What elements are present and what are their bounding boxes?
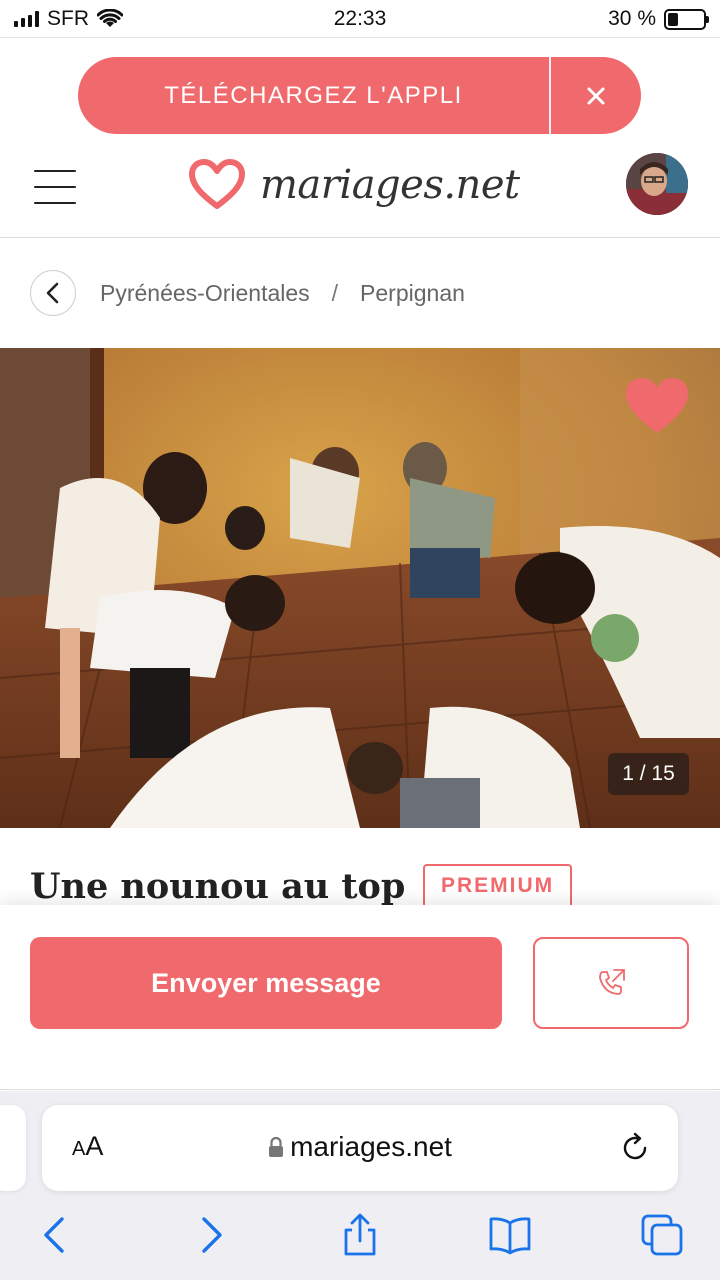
logo-text: mariages.net [260,162,520,208]
share-icon[interactable] [338,1213,382,1257]
browser-chrome: AA mariages.net [0,1091,720,1280]
address-bar[interactable]: AA mariages.net [42,1105,678,1191]
browser-toolbar [0,1213,720,1263]
phone-call-icon [599,969,625,995]
battery-percent: 30 % [608,7,656,30]
download-app-button[interactable]: TÉLÉCHARGEZ L'APPLI [78,57,549,134]
banner-divider [549,57,551,134]
close-banner-button[interactable] [551,57,641,134]
reload-icon[interactable] [618,1131,652,1165]
forward-arrow-icon[interactable] [188,1213,232,1257]
bookmarks-icon[interactable] [488,1213,532,1257]
chevron-left-icon [46,282,59,304]
previous-tab-preview[interactable] [0,1105,26,1191]
battery-icon [664,8,709,30]
url-display[interactable]: mariages.net [42,1131,678,1163]
lock-icon [269,1136,284,1157]
breadcrumb: Pyrénées-Orientales / Perpignan [30,270,465,316]
call-button[interactable] [533,937,689,1029]
gallery-counter: 1 / 15 [608,753,689,795]
avatar-photo [626,153,688,215]
heart-logo-icon [189,159,245,209]
status-bar: SFR 22:33 30 % [0,0,720,38]
site-logo[interactable]: mariages.net [188,150,520,220]
back-arrow-icon[interactable] [34,1213,78,1257]
contact-action-bar: Envoyer message [0,905,720,1090]
close-icon [587,87,605,104]
send-message-button[interactable]: Envoyer message [30,937,502,1029]
breadcrumb-item-city[interactable]: Perpignan [360,280,465,307]
premium-badge: PREMIUM [423,864,573,908]
hamburger-menu-icon[interactable] [34,170,76,204]
back-button[interactable] [30,270,76,316]
breadcrumb-item-region[interactable]: Pyrénées-Orientales [100,280,310,307]
url-text: mariages.net [290,1131,452,1162]
status-right: 30 % [608,7,709,31]
user-avatar[interactable] [626,153,688,215]
site-header: mariages.net [0,140,720,238]
download-app-banner: TÉLÉCHARGEZ L'APPLI [78,57,641,134]
listing-title-row: Une nounou au top PREMIUM [30,862,720,908]
listing-title: Une nounou au top [30,866,406,907]
breadcrumb-separator: / [331,279,339,306]
tabs-icon[interactable] [640,1213,684,1257]
heart-icon[interactable] [624,376,690,436]
